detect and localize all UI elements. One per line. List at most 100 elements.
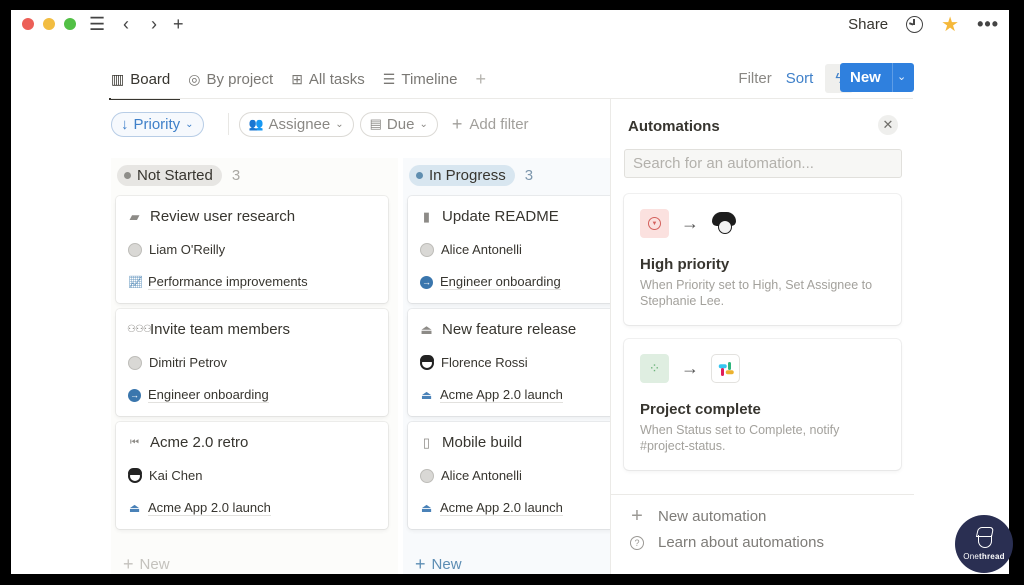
automation-card-high-priority[interactable]: ▼ → High priority When Priority set to H… [624,194,901,325]
sort-button[interactable]: Sort [786,70,814,87]
calendar-icon: ▤ [369,116,382,131]
chart-icon: 📈︎ [128,275,144,289]
minimize-window-button[interactable] [43,18,55,30]
new-card-button[interactable]: + New [415,554,462,574]
table-icon: ⊞ [291,70,303,87]
onethread-watermark: Onethread [955,515,1013,573]
plus-icon: + [415,554,426,574]
assignee-filter-pill[interactable]: 👥 Assignee ⌄ [238,111,354,137]
avatar [420,468,434,483]
card-title-text: New feature release [442,321,577,338]
tab-label: Board [130,70,171,88]
target-icon: ◎ [188,70,201,87]
plus-icon: + [451,113,463,134]
people-icon: ⚇⚇⚇ [127,324,152,335]
filter-divider [227,113,229,135]
close-icon[interactable]: ✕ [878,115,898,135]
card-assignee: Dimitri Petrov [128,355,227,370]
new-card-label: New [431,556,462,573]
arrow-circle-icon: → [420,275,433,289]
task-card[interactable]: ▯ Mobile build Alice Antonelli ⏏ Acme Ap… [408,422,618,529]
forward-icon[interactable]: › [151,14,157,34]
task-card[interactable]: ⏮ Acme 2.0 retro Kai Chen ⏏ Acme App 2.0… [116,422,388,529]
task-card[interactable]: ⚇⚇⚇ Invite team members Dimitri Petrov →… [116,309,388,416]
close-window-button[interactable] [22,18,34,30]
card-title: ▮ Update README [419,208,559,225]
assignee-name: Alice Antonelli [441,242,522,257]
maximize-window-button[interactable] [64,18,76,30]
chevron-down-icon[interactable]: ⌄ [892,63,906,92]
status-badge: Not Started [117,165,222,186]
card-title-text: Acme 2.0 retro [150,434,249,451]
automation-name: High priority [640,256,730,273]
card-project[interactable]: → Engineer onboarding [128,387,269,403]
arrow-circle-icon: → [128,388,141,402]
card-project[interactable]: ⏏ Acme App 2.0 launch [420,500,563,516]
card-project[interactable]: 📈︎ Performance improvements [128,274,308,290]
card-assignee: Liam O'Reilly [128,242,225,257]
project-name: Acme App 2.0 launch [440,387,563,403]
card-project[interactable]: → Engineer onboarding [420,274,561,290]
automation-card-project-complete[interactable]: ⁘ → Project complete When Status set to … [624,339,901,470]
task-card[interactable]: ▰ Review user research Liam O'Reilly 📈︎ … [116,196,388,303]
filter-button[interactable]: Filter [738,70,771,87]
board-column-not-started: Not Started 3 ▰ Review user research Lia… [111,158,398,574]
column-header: In Progress 3 [409,165,533,186]
status-label: Not Started [137,167,213,184]
share-button[interactable]: Share [848,16,888,33]
clock-icon[interactable] [906,16,924,33]
task-card[interactable]: ▮ Update README Alice Antonelli → Engine… [408,196,618,303]
rocket-icon: ⏏ [128,501,141,515]
due-filter-pill[interactable]: ▤ Due ⌄ [359,111,438,137]
add-filter-label: Add filter [469,115,529,133]
learn-automations-link[interactable]: ? Learn about automations [630,534,824,551]
card-project[interactable]: ⏏ Acme App 2.0 launch [128,500,271,516]
card-title-text: Mobile build [442,434,523,451]
status-dot [416,172,423,179]
title-bar: ☰ ‹ › + Share ★ ••• [11,10,1009,40]
rocket-icon: ⏏ [420,501,433,515]
avatar [128,467,142,483]
add-icon[interactable]: + [173,14,184,34]
assignee-name: Dimitri Petrov [149,355,228,370]
card-project[interactable]: ⏏ Acme App 2.0 launch [420,387,563,403]
card-title: ⏏ New feature release [419,321,576,338]
tab-timeline[interactable]: ☰ Timeline [383,66,458,92]
star-icon[interactable]: ★ [941,15,959,35]
automation-flow: ⁘ → [640,354,740,383]
new-card-button[interactable]: + New [123,554,170,574]
panel-title: Automations [628,118,720,135]
assignee-name: Alice Antonelli [441,468,522,483]
arrow-right-icon: → [681,213,699,233]
automation-flow: ▼ → [640,209,737,238]
pill-label: Due [386,115,415,133]
automation-search-input[interactable] [624,149,902,178]
card-title-text: Review user research [150,208,296,225]
back-icon[interactable]: ‹ [123,14,129,34]
task-card[interactable]: ⏏ New feature release Florence Rossi ⏏ A… [408,309,618,416]
card-assignee: Alice Antonelli [420,468,522,483]
assignee-name: Liam O'Reilly [149,242,226,257]
tab-by-project[interactable]: ◎ By project [188,66,273,92]
pill-label: Assignee [268,115,331,133]
view-tabs: ▥ Board ◎ By project ⊞ All tasks ☰ Timel… [108,66,486,100]
new-automation-button[interactable]: + New automation [630,505,766,528]
add-view-icon[interactable]: + [475,69,486,90]
priority-sort-pill[interactable]: ↓ Priority ⌄ [111,111,204,137]
board-column-in-progress: In Progress 3 ▮ Update README Alice Anto… [403,158,618,574]
tab-board[interactable]: ▥ Board [108,66,181,100]
new-button[interactable]: New ⌄ [840,63,914,92]
tab-all-tasks[interactable]: ⊞ All tasks [291,66,365,92]
more-icon[interactable]: ••• [977,14,999,35]
automation-description: When Priority set to High, Set Assignee … [640,278,873,308]
status-dot [124,172,131,179]
tab-label: All tasks [308,70,365,88]
menu-icon[interactable]: ☰ [89,14,105,34]
add-filter-button[interactable]: + Add filter [452,114,529,135]
new-button-label: New [850,69,881,86]
clipboard-icon: ▰ [129,208,140,224]
status-trigger-icon: ⁘ [640,354,669,383]
automation-name: Project complete [640,401,761,418]
tab-label: Timeline [401,70,458,88]
card-title: ⏮ Acme 2.0 retro [127,434,248,451]
